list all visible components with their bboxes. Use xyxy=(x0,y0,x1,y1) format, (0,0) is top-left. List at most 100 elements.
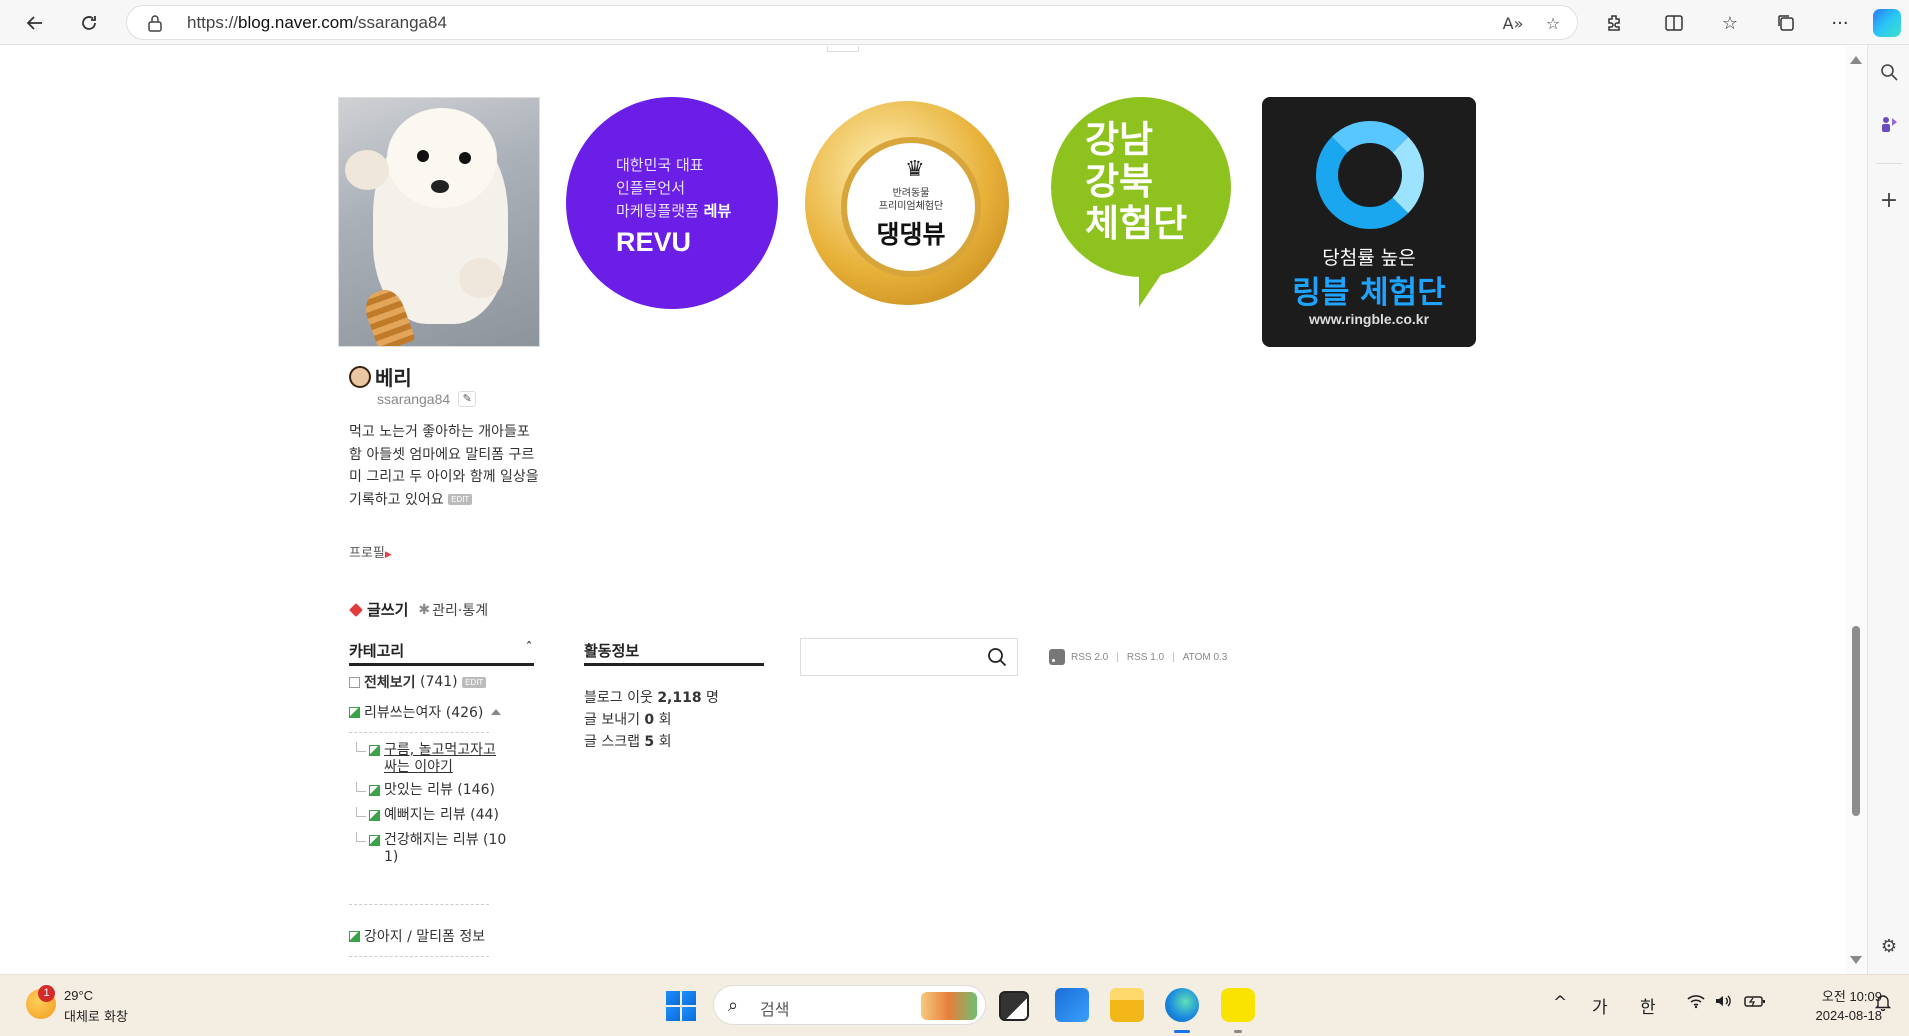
collections-icon[interactable] xyxy=(1772,9,1800,37)
weather-temp[interactable]: 29°C xyxy=(64,988,93,1003)
neighbors-stat: 블로그 이웃 2,118 명 xyxy=(584,690,719,706)
extensions-icon[interactable] xyxy=(1600,9,1628,37)
settings-gear-icon[interactable]: ⚙ xyxy=(1876,933,1902,959)
medal-title: 댕댕뷰 xyxy=(876,220,946,249)
dog-paw xyxy=(459,258,503,298)
more-menu-icon[interactable]: ··· xyxy=(1826,9,1854,37)
file-explorer-icon[interactable] xyxy=(1110,988,1144,1022)
blog-search-input[interactable] xyxy=(800,638,1018,676)
pencil-icon[interactable]: ✎ xyxy=(458,391,477,407)
divider xyxy=(349,904,489,905)
rss1-link[interactable]: RSS 1.0 xyxy=(1127,652,1164,663)
crown-icon: ♛ xyxy=(905,157,925,182)
kakaotalk-icon[interactable] xyxy=(1221,988,1255,1022)
back-icon[interactable] xyxy=(20,8,50,38)
tree-line-icon xyxy=(356,807,366,817)
category-icon xyxy=(369,835,380,846)
write-button[interactable]: 글쓰기 xyxy=(367,599,408,620)
battery-icon[interactable] xyxy=(1744,993,1766,1014)
scroll-up-icon[interactable] xyxy=(1850,56,1862,64)
microsoft-store-icon[interactable] xyxy=(1055,988,1089,1022)
subcategory-item[interactable]: 건강해지는 리뷰 (10 1) xyxy=(356,832,506,866)
taskbar-search[interactable]: ⌕ 검색 xyxy=(713,985,986,1025)
rss2-link[interactable]: RSS 2.0 xyxy=(1071,652,1108,663)
category-item[interactable]: 강아지 / 말티폼 정보 xyxy=(349,926,485,946)
subcategory-item[interactable]: 예뻐지는 리뷰 (44) xyxy=(356,807,499,824)
intro-edit-button[interactable]: EDIT xyxy=(448,494,473,505)
green-bubble-tail xyxy=(1139,257,1173,307)
windows-taskbar: 1 29°C 대체로 화창 ⌕ 검색 ^ 가 한 오전 10:09 2024-0… xyxy=(0,974,1909,1036)
medal-subtitle: 반려동물 프리미엄체험단 xyxy=(878,188,944,212)
manage-stats-button[interactable]: 관리·통계 xyxy=(432,600,488,620)
revu-banner[interactable]: 대한민국 대표 인플루언서 마케팅플랫폼 레뷰 REVU xyxy=(566,97,778,309)
gangnam-gangbuk-banner[interactable]: 강남 강북 체험단 xyxy=(1051,97,1231,309)
ringble-tagline: 당첨률 높은 xyxy=(1322,247,1416,269)
category-icon xyxy=(349,676,360,688)
medal-inner: ♛ 반려동물 프리미엄체험단 댕댕뷰 xyxy=(841,137,981,277)
profile-photo[interactable] xyxy=(338,97,540,347)
tray-chevron-icon[interactable]: ^ xyxy=(1553,993,1567,1013)
category-item[interactable]: 리뷰쓰는여자 (426) xyxy=(349,702,502,722)
collapse-icon[interactable] xyxy=(491,709,502,715)
green-banner-text: 강남 강북 체험단 xyxy=(1085,118,1188,245)
profile-intro: 먹고 노는거 좋아하는 개아들포함 아들셋 엄마에요 말티폼 구르미 그리고 두… xyxy=(349,424,539,508)
medal-outer: ♛ 반려동물 프리미엄체험단 댕댕뷰 xyxy=(805,101,1009,305)
refresh-icon[interactable] xyxy=(74,8,104,38)
scrollbar-thumb[interactable] xyxy=(1852,626,1860,816)
chevron-up-icon[interactable]: ˆ xyxy=(526,640,532,654)
category-header: 카테고리 ˆ xyxy=(349,640,534,666)
volume-icon[interactable] xyxy=(1714,993,1734,1014)
edge-browser-icon[interactable] xyxy=(1165,988,1199,1022)
start-windows-icon[interactable] xyxy=(666,991,696,1021)
favorite-star-icon[interactable]: ☆ xyxy=(1541,12,1565,36)
category-all[interactable]: 전체보기 (741) EDIT xyxy=(349,672,487,692)
search-icon[interactable] xyxy=(987,647,1007,667)
address-bar[interactable]: https://blog.naver.com/ssaranga84 A» ☆ xyxy=(126,5,1578,40)
weather-desc[interactable]: 대체로 화창 xyxy=(64,1006,128,1025)
ringble-title: 링블 체험단 xyxy=(1292,275,1446,311)
tree-line-icon xyxy=(356,742,366,752)
dog-eye xyxy=(417,150,429,162)
dog-paw xyxy=(345,150,389,190)
search-icon[interactable] xyxy=(1876,59,1902,85)
rss-links: RSS 2.0 | RSS 1.0 | ATOM 0.3 xyxy=(1049,649,1227,665)
add-icon[interactable]: + xyxy=(1876,187,1902,213)
dog-head xyxy=(387,108,497,208)
clock[interactable]: 오전 10:09 2024-08-18 xyxy=(1786,987,1883,1025)
separator: | xyxy=(1116,651,1119,663)
pencil-write-icon xyxy=(349,602,363,617)
split-screen-icon[interactable] xyxy=(1660,9,1688,37)
subcategory-item[interactable]: 맛있는 리뷰 (146) xyxy=(356,782,495,799)
divider xyxy=(349,956,489,957)
browser-toolbar: https://blog.naver.com/ssaranga84 A» ☆ ☆… xyxy=(0,0,1909,45)
category-icon xyxy=(369,745,380,756)
profile-link[interactable]: 프로필▶ xyxy=(349,542,392,561)
copilot-icon[interactable] xyxy=(1873,9,1901,37)
search-highlight-image xyxy=(921,992,977,1020)
page-scrollbar[interactable] xyxy=(1845,46,1867,974)
scroll-down-icon[interactable] xyxy=(1850,956,1862,964)
separator: | xyxy=(1172,651,1175,663)
activity-header: 활동정보 xyxy=(584,640,764,666)
subcategory-item[interactable]: 구름, 놀고먹고자고 싸는 이야기 xyxy=(356,742,496,776)
avatar xyxy=(349,365,371,388)
category-edit-button[interactable]: EDIT xyxy=(462,676,487,688)
ime-language[interactable]: 한 xyxy=(1640,993,1656,1018)
games-icon[interactable] xyxy=(1876,111,1902,137)
revu-logo: REVU xyxy=(616,227,692,257)
notification-bell-icon[interactable] xyxy=(1874,993,1892,1016)
wifi-icon[interactable] xyxy=(1686,993,1706,1014)
tree-line-icon xyxy=(356,832,366,842)
atom-link[interactable]: ATOM 0.3 xyxy=(1183,652,1228,663)
write-manage-row: 글쓰기 ✱ 관리·통계 xyxy=(349,599,488,620)
nickname-row: 베리 xyxy=(349,362,412,391)
top-tab-nub xyxy=(827,46,859,52)
ringble-banner[interactable]: 당첨률 높은 링블 체험단 www.ringble.co.kr xyxy=(1262,97,1476,347)
task-view-icon[interactable] xyxy=(999,991,1029,1021)
ime-mode[interactable]: 가 xyxy=(1592,993,1608,1018)
daengdaengview-banner[interactable]: ♛ 반려동물 프리미엄체험단 댕댕뷰 xyxy=(801,97,1016,309)
blog-id: ssaranga84 xyxy=(377,391,451,407)
rss-icon xyxy=(1049,649,1065,665)
favorites-icon[interactable]: ☆ xyxy=(1716,9,1744,37)
read-aloud-icon[interactable]: A» xyxy=(1501,12,1525,36)
